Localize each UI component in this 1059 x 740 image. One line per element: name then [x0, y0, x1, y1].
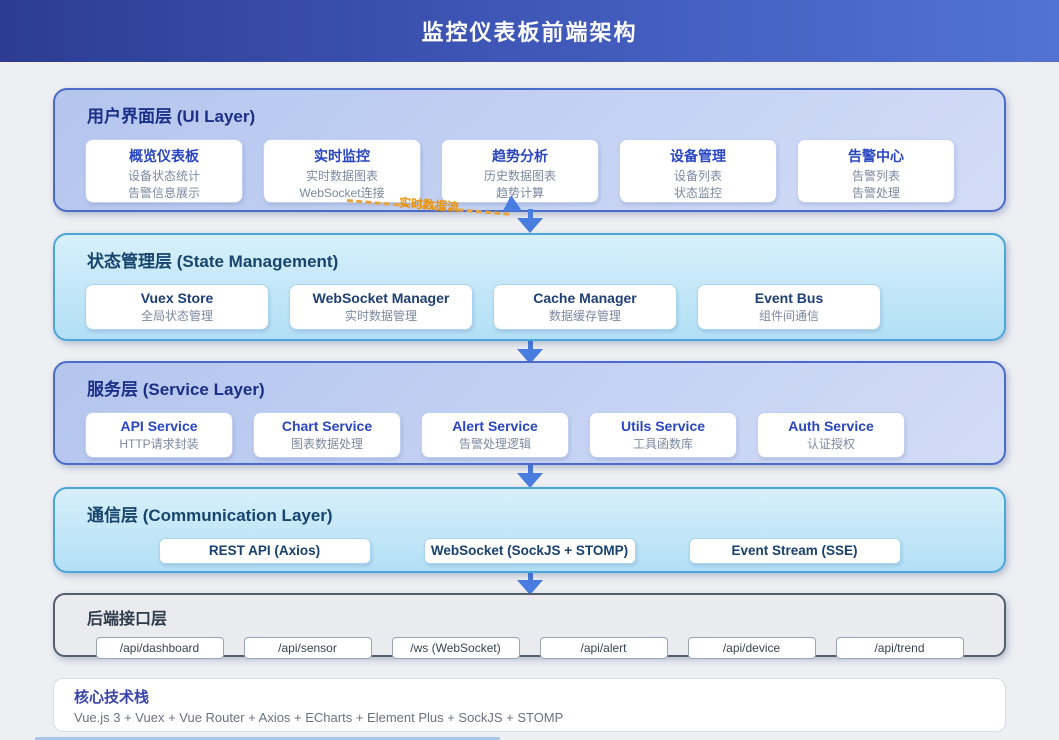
- card-trend-analysis: 趋势分析 历史数据图表 趋势计算: [441, 139, 599, 203]
- card-rest-api: REST API (Axios): [158, 538, 371, 564]
- card-event-bus: Event Bus 组件间通信: [697, 284, 881, 330]
- card-auth-service: Auth Service 认证授权: [757, 412, 905, 458]
- communication-layer-title: 通信层 (Communication Layer): [87, 506, 333, 525]
- card-line: WebSocket连接: [299, 185, 385, 200]
- card-line: 设备状态统计: [127, 169, 200, 183]
- card-title: Event Bus: [754, 290, 824, 306]
- card-vuex-store: Vuex Store 全局状态管理: [85, 284, 269, 330]
- down-arrow-icon: [517, 464, 543, 488]
- arrow-stem: [527, 464, 533, 473]
- backend-layer-title: 后端接口层: [87, 611, 168, 628]
- arrow-stem: [527, 209, 533, 218]
- tech-stack-list: Vue.js 3 + Vuex + Vue Router + Axios + E…: [74, 710, 564, 725]
- down-arrow-icon: [517, 571, 543, 595]
- state-layer-cards: Vuex Store 全局状态管理 WebSocket Manager 实时数据…: [85, 284, 974, 330]
- card-title: Auth Service: [788, 418, 874, 434]
- arrow-head: [517, 473, 543, 488]
- endpoint-api-sensor: /api/sensor: [243, 637, 372, 659]
- service-layer-title: 服务层 (Service Layer): [87, 380, 265, 399]
- communication-layer-panel: 通信层 (Communication Layer) REST API (Axio…: [53, 487, 1006, 573]
- state-layer-title: 状态管理层 (State Management): [87, 252, 339, 271]
- card-title: API Service: [120, 418, 198, 434]
- arrow-head: [517, 218, 543, 233]
- ui-layer-title: 用户界面层 (UI Layer): [87, 107, 256, 126]
- architecture-diagram-page: 监控仪表板前端架构 用户界面层 (UI Layer) 概览仪表板 设备状态统计 …: [0, 0, 1059, 740]
- card-title: WebSocket Manager: [312, 290, 450, 306]
- card-title: Cache Manager: [533, 290, 637, 306]
- card-title: Alert Service: [452, 418, 538, 434]
- card-title: Chart Service: [281, 418, 373, 434]
- title-banner: 监控仪表板前端架构: [0, 0, 1059, 62]
- card-utils-service: Utils Service 工具函数库: [589, 412, 737, 458]
- ui-layer-panel: 用户界面层 (UI Layer) 概览仪表板 设备状态统计 告警信息展示 实时监…: [53, 88, 1006, 212]
- ui-layer-cards: 概览仪表板 设备状态统计 告警信息展示 实时监控 实时数据图表 WebSocke…: [85, 139, 974, 203]
- card-chart-service: Chart Service 图表数据处理: [253, 412, 401, 458]
- service-layer-cards: API Service HTTP请求封装 Chart Service 图表数据处…: [85, 412, 974, 458]
- card-line: 实时数据图表: [305, 169, 378, 183]
- card-alert-center: 告警中心 告警列表 告警处理: [797, 139, 955, 203]
- card-line: 全局状态管理: [140, 309, 213, 323]
- card-api-service: API Service HTTP请求封装: [85, 412, 233, 458]
- card-line: 图表数据处理: [290, 437, 363, 451]
- card-line: 认证授权: [806, 437, 855, 451]
- state-layer-panel: 状态管理层 (State Management) Vuex Store 全局状态…: [53, 233, 1006, 341]
- backend-layer-endpoints: /api/dashboard /api/sensor /ws (WebSocke…: [85, 637, 974, 659]
- card-title: 实时监控: [314, 148, 370, 164]
- card-line: 数据缓存管理: [548, 309, 621, 323]
- card-line: 告警处理: [851, 185, 900, 200]
- card-line: 告警处理逻辑: [458, 437, 531, 451]
- card-line: 实时数据管理: [344, 309, 417, 323]
- endpoint-api-dashboard: /api/dashboard: [95, 637, 224, 659]
- card-overview-dashboard: 概览仪表板 设备状态统计 告警信息展示: [85, 139, 243, 203]
- card-title: Vuex Store: [140, 290, 214, 306]
- endpoint-ws-websocket: /ws (WebSocket): [391, 637, 520, 659]
- card-title: 告警中心: [848, 148, 904, 164]
- backend-layer-panel: 后端接口层 /api/dashboard /api/sensor /ws (We…: [53, 593, 1006, 659]
- endpoint-api-device: /api/device: [687, 637, 816, 659]
- card-line: 历史数据图表: [483, 169, 556, 183]
- service-layer-panel: 服务层 (Service Layer) API Service HTTP请求封装…: [53, 361, 1006, 465]
- card-event-stream: Event Stream (SSE): [688, 538, 901, 564]
- card-title: 趋势分析: [492, 148, 548, 164]
- card-cache-manager: Cache Manager 数据缓存管理: [493, 284, 677, 330]
- card-websocket-manager: WebSocket Manager 实时数据管理: [289, 284, 473, 330]
- card-line: HTTP请求封装: [119, 437, 199, 451]
- endpoint-api-alert: /api/alert: [539, 637, 668, 659]
- card-device-management: 设备管理 设备列表 状态监控: [619, 139, 777, 203]
- communication-layer-cards: REST API (Axios) WebSocket (SockJS + STO…: [85, 538, 974, 564]
- tech-stack-title: 核心技术栈: [74, 689, 150, 706]
- card-line: 组件间通信: [758, 309, 819, 323]
- card-line: 工具函数库: [632, 437, 693, 451]
- card-alert-service: Alert Service 告警处理逻辑: [421, 412, 569, 458]
- card-line: 告警列表: [851, 169, 900, 183]
- endpoint-api-trend: /api/trend: [835, 637, 964, 659]
- card-websocket: WebSocket (SockJS + STOMP): [423, 538, 636, 564]
- realtime-flow-label: 实时数据流: [398, 195, 460, 215]
- tech-stack-panel: 核心技术栈 Vue.js 3 + Vuex + Vue Router + Axi…: [53, 678, 1006, 732]
- card-title: 概览仪表板: [129, 148, 199, 164]
- card-title: Utils Service: [620, 418, 706, 434]
- down-arrow-icon: [517, 209, 543, 233]
- card-title: 设备管理: [670, 148, 726, 164]
- page-title: 监控仪表板前端架构: [421, 20, 638, 45]
- card-line: 设备列表: [673, 169, 722, 183]
- card-realtime-monitor: 实时监控 实时数据图表 WebSocket连接: [263, 139, 421, 203]
- card-line: 告警信息展示: [127, 185, 200, 200]
- arrow-stem: [527, 340, 533, 349]
- card-line: 状态监控: [673, 185, 722, 200]
